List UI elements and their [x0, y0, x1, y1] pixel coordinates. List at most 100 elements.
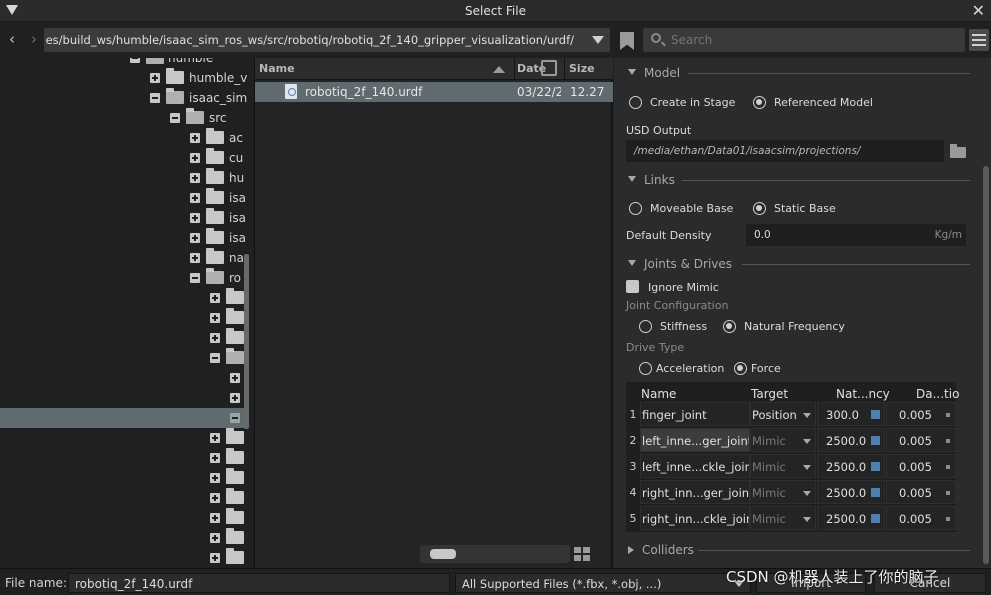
slider-handle-icon[interactable]	[871, 514, 880, 523]
radio-natural-frequency[interactable]	[723, 320, 736, 333]
target-dropdown[interactable]: Position	[750, 402, 816, 426]
natural-frequency-field[interactable]: 2500.0	[817, 480, 885, 504]
radio-create-in-stage[interactable]	[629, 96, 642, 109]
tree-item[interactable]: ro	[0, 268, 244, 288]
radio-static-base[interactable]	[753, 202, 766, 215]
tree-item[interactable]	[0, 528, 244, 548]
expand-icon[interactable]	[210, 453, 220, 463]
slider-handle-icon[interactable]	[871, 436, 880, 445]
calendar-icon[interactable]	[541, 60, 557, 76]
tree-item[interactable]	[0, 348, 244, 368]
expand-icon[interactable]	[190, 193, 200, 203]
radio-moveable-base[interactable]	[629, 202, 642, 215]
tree-scrollbar[interactable]	[244, 254, 249, 429]
section-joints-drives[interactable]: Joints & Drives	[628, 257, 732, 271]
tree-item[interactable]	[0, 508, 244, 528]
default-density-field[interactable]: 0.0 Kg/m	[746, 224, 966, 246]
damping-field[interactable]: 0.005	[886, 454, 956, 478]
tree-item[interactable]: isaac_sim	[0, 88, 247, 108]
tree-item[interactable]: isa	[0, 188, 246, 208]
expand-icon[interactable]	[190, 233, 200, 243]
expand-icon[interactable]	[210, 473, 220, 483]
tree-item[interactable]: isa	[0, 208, 246, 228]
grid-view-icon[interactable]	[574, 547, 590, 561]
tree-item[interactable]	[0, 288, 244, 308]
file-row[interactable]: robotiq_2f_140.urdf 03/22/20 12.27	[255, 82, 613, 102]
tree-item-selected[interactable]	[0, 408, 244, 428]
damping-field[interactable]: 0.005	[886, 402, 956, 426]
expand-icon[interactable]	[150, 73, 160, 83]
radio-referenced-model[interactable]	[753, 96, 766, 109]
tree-item[interactable]	[0, 468, 244, 488]
slider-handle-icon[interactable]	[871, 410, 880, 419]
tree-item[interactable]	[0, 448, 244, 468]
expand-icon[interactable]	[210, 313, 220, 323]
file-name-input[interactable]: robotiq_2f_140.urdf	[68, 573, 450, 593]
tree-item[interactable]	[0, 428, 244, 448]
damping-field[interactable]: 0.005	[886, 480, 956, 504]
column-size-header[interactable]: Size	[569, 62, 595, 75]
target-dropdown[interactable]: Mimic	[750, 454, 816, 478]
expand-icon[interactable]	[190, 133, 200, 143]
tree-item[interactable]	[0, 388, 244, 408]
collapse-icon[interactable]	[150, 93, 160, 103]
slider-handle-icon[interactable]	[871, 462, 880, 471]
expand-icon[interactable]	[210, 513, 220, 523]
expand-icon[interactable]	[190, 153, 200, 163]
browse-folder-icon[interactable]	[950, 144, 966, 158]
tree-item[interactable]: cu	[0, 148, 244, 168]
back-button[interactable]: ‹	[4, 30, 20, 50]
search-input[interactable]	[671, 30, 951, 50]
expand-icon[interactable]	[210, 533, 220, 543]
expand-icon[interactable]	[190, 173, 200, 183]
sort-ascending-icon[interactable]	[493, 66, 505, 73]
damping-field[interactable]: 0.005	[886, 428, 956, 452]
tree-item[interactable]	[0, 308, 244, 328]
tree-item[interactable]: src	[0, 108, 244, 128]
expand-icon[interactable]	[230, 373, 240, 383]
expand-icon[interactable]	[210, 553, 220, 563]
target-dropdown[interactable]: Mimic	[750, 506, 816, 530]
tree-item[interactable]	[0, 328, 244, 348]
expand-icon[interactable]	[190, 253, 200, 263]
tree-item[interactable]: humble_v	[0, 68, 247, 88]
natural-frequency-field[interactable]: 2500.0	[817, 454, 885, 478]
damping-field[interactable]: 0.005	[886, 506, 956, 530]
tree-item[interactable]	[0, 368, 244, 388]
radio-acceleration[interactable]	[639, 362, 652, 375]
path-field[interactable]: es/build_ws/humble/isaac_sim_ros_ws/src/…	[44, 28, 610, 52]
collapse-icon[interactable]	[170, 113, 180, 123]
column-name-header[interactable]: Name	[259, 62, 295, 75]
target-dropdown[interactable]: Mimic	[750, 480, 816, 504]
slider-handle-icon[interactable]	[871, 488, 880, 497]
section-model[interactable]: Model	[628, 66, 680, 80]
path-dropdown-icon[interactable]	[592, 36, 604, 44]
ignore-mimic-checkbox[interactable]	[626, 280, 639, 293]
section-links[interactable]: Links	[628, 173, 675, 187]
tree-item[interactable]: ac	[0, 128, 244, 148]
options-scrollbar[interactable]	[983, 166, 989, 564]
target-dropdown[interactable]: Mimic	[750, 428, 816, 452]
tree-item[interactable]: na	[0, 248, 244, 268]
section-colliders[interactable]: Colliders	[628, 543, 694, 557]
collapse-icon[interactable]	[230, 413, 240, 423]
natural-frequency-field[interactable]: 300.0	[817, 402, 885, 426]
natural-frequency-field[interactable]: 2500.0	[817, 428, 885, 452]
usd-output-field[interactable]: /media/ethan/Data01/isaacsim/projections…	[626, 140, 944, 162]
tree-item[interactable]: hu	[0, 168, 244, 188]
expand-icon[interactable]	[210, 433, 220, 443]
forward-button[interactable]: ›	[26, 30, 42, 50]
tree-item[interactable]: humble	[0, 58, 244, 68]
expand-icon[interactable]	[190, 213, 200, 223]
collapse-icon[interactable]	[190, 273, 200, 283]
close-icon[interactable]: ✕	[972, 1, 985, 20]
expand-icon[interactable]	[210, 333, 220, 343]
natural-frequency-field[interactable]: 2500.0	[817, 506, 885, 530]
bookmark-icon[interactable]	[620, 32, 634, 50]
file-type-filter[interactable]: All Supported Files (*.fbx, *.obj, ...)	[455, 573, 751, 593]
radio-stiffness[interactable]	[639, 320, 652, 333]
collapse-icon[interactable]	[210, 353, 220, 363]
radio-force[interactable]	[734, 362, 747, 375]
tree-item[interactable]: isa	[0, 228, 246, 248]
expand-icon[interactable]	[210, 293, 220, 303]
